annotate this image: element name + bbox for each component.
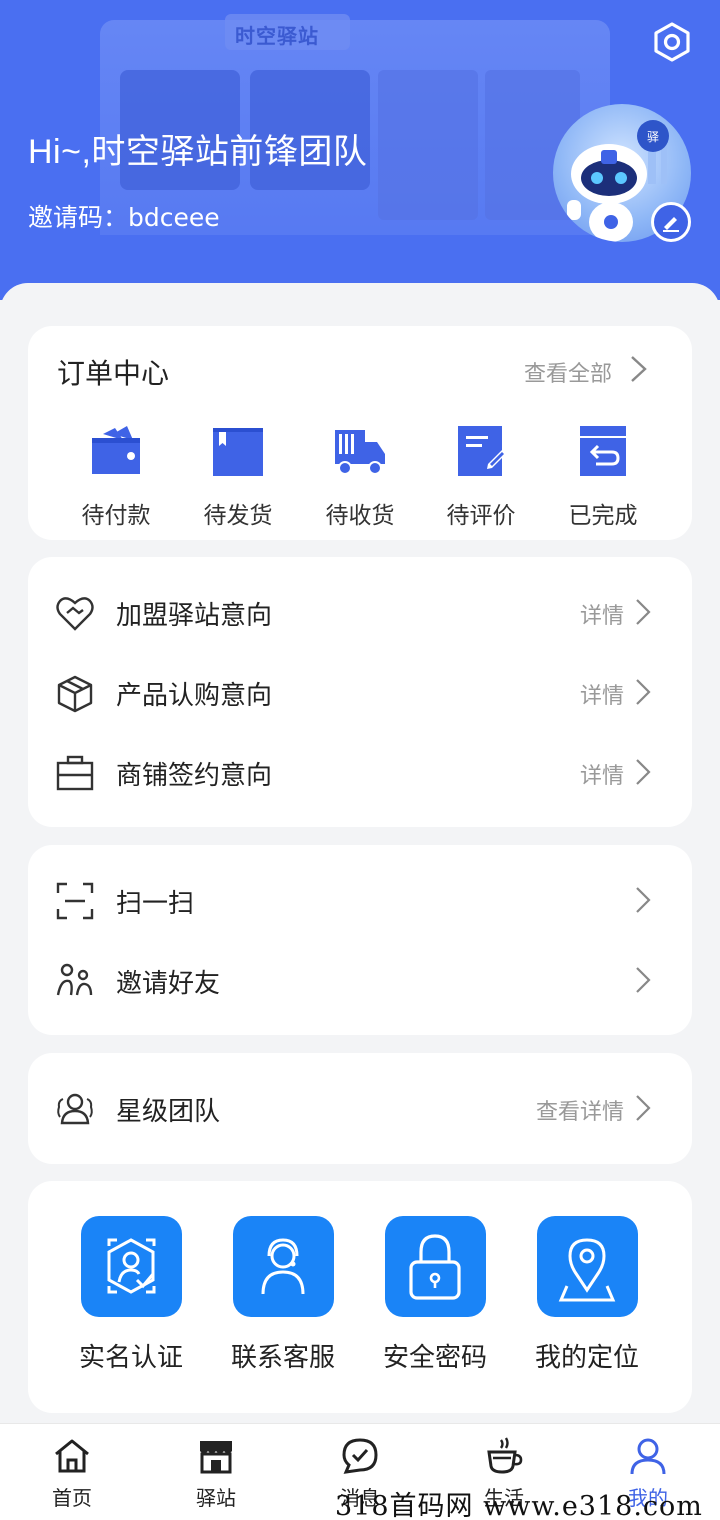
tool-label: 我的定位 [534,1343,639,1373]
message-icon [342,1438,378,1474]
coffee-icon [487,1437,523,1474]
chevron-right-icon [636,599,651,625]
intent-label: 商铺签约意向 [116,761,273,791]
tool-label: 联系客服 [230,1343,335,1373]
customer-service-icon [261,1238,304,1295]
tools-card: 实名认证 联系客服 安全密码 我的定位 [28,1181,692,1413]
tool-icon-box [80,1216,182,1317]
tool-label: 安全密码 [382,1343,487,1373]
order-center-card: 订单中心 查看全部 待付款 待发货 待收货 待评价 已完成 [28,326,692,540]
intent-label: 产品认购意向 [116,681,273,711]
lock-icon [408,1234,461,1300]
nav-station[interactable]: 驿站 [166,1436,266,1511]
order-item-label: 待发货 [203,503,273,529]
my-location-button[interactable]: 我的定位 [522,1216,652,1374]
greeting-text: Hi~,时空驿站前锋团队 [28,133,368,171]
view-all-orders-link[interactable]: 查看全部 [524,356,612,388]
team-label: 星级团队 [116,1097,221,1127]
chevron-right-icon [636,887,651,913]
order-center-title: 订单中心 [57,357,170,390]
intent-shop-row[interactable]: 商铺签约意向 详情 [28,733,692,813]
chevron-right-icon [636,759,651,785]
order-item-label: 待评价 [446,503,516,529]
order-pending-payment[interactable]: 待付款 [56,424,176,530]
location-icon [558,1238,615,1302]
order-item-label: 待付款 [81,503,151,529]
invite-friends-row[interactable]: 邀请好友 [28,941,692,1021]
tool-label: 实名认证 [78,1343,183,1373]
star-team-row[interactable]: 星级团队 查看详情 [28,1069,692,1149]
id-verify-icon [107,1238,155,1294]
package-icon [57,675,93,713]
action-label: 邀请好友 [116,969,221,999]
detail-link: 详情 [579,604,624,629]
watermark-text: 318首码网 www.e318.com [335,1491,703,1520]
order-pending-review[interactable]: 待评价 [421,424,541,530]
review-icon [458,426,506,476]
action-label: 扫一扫 [116,889,195,919]
chevron-right-icon [631,356,647,382]
chevron-right-icon [636,1095,651,1121]
invite-code-value: bdceee [128,203,220,232]
svg-text:驿: 驿 [647,130,659,144]
order-pending-receipt[interactable]: 待收货 [300,424,420,530]
intent-label: 加盟驿站意向 [116,601,273,631]
nav-label: 驿站 [196,1486,236,1510]
detail-link: 详情 [579,684,624,709]
intent-list-card: 加盟驿站意向 详情 产品认购意向 详情 商铺签约意向 详情 [28,557,692,827]
team-card: 星级团队 查看详情 [28,1053,692,1164]
profile-header: 时空驿站 Hi~,时空驿站前锋团队 邀请码：bdceee 驿 [0,0,720,300]
box-icon [213,428,263,476]
invite-code-row: 邀请码：bdceee [28,198,220,234]
wallet-icon [92,426,140,474]
customer-service-button[interactable]: 联系客服 [218,1216,348,1374]
edit-avatar-button[interactable] [651,202,691,242]
nav-home[interactable]: 首页 [22,1436,122,1511]
intent-franchise-row[interactable]: 加盟驿站意向 详情 [28,573,692,653]
scan-icon [56,882,94,920]
chevron-right-icon [636,967,651,993]
truck-icon [335,430,385,475]
order-item-label: 已完成 [568,503,638,529]
view-details-link: 查看详情 [535,1100,624,1125]
actions-card: 扫一扫 邀请好友 [28,845,692,1035]
invite-code-label: 邀请码： [28,203,129,232]
profile-icon [630,1438,666,1475]
detail-link: 详情 [579,764,624,789]
settings-hex-icon[interactable] [651,21,693,63]
tool-icon-box [384,1216,486,1317]
kiosk-sign: 时空驿站 [235,24,319,48]
intent-product-row[interactable]: 产品认购意向 详情 [28,653,692,733]
scan-row[interactable]: 扫一扫 [28,861,692,941]
kiosk-door [378,70,478,220]
team-icon [57,1093,93,1125]
pencil-icon [663,217,679,232]
chevron-right-icon [636,679,651,705]
order-completed[interactable]: 已完成 [543,424,663,530]
invite-friends-icon [56,963,93,996]
tool-icon-box [536,1216,638,1317]
real-name-verify-button[interactable]: 实名认证 [66,1216,196,1374]
store-icon [200,1441,232,1474]
home-icon [55,1439,89,1473]
handshake-heart-icon [56,597,94,631]
return-box-icon [580,426,626,476]
tool-icon-box [232,1216,334,1317]
briefcase-icon [56,755,94,791]
nav-label: 首页 [52,1486,92,1510]
order-item-label: 待收货 [325,503,395,529]
security-password-button[interactable]: 安全密码 [370,1216,500,1374]
order-pending-shipment[interactable]: 待发货 [178,424,298,530]
